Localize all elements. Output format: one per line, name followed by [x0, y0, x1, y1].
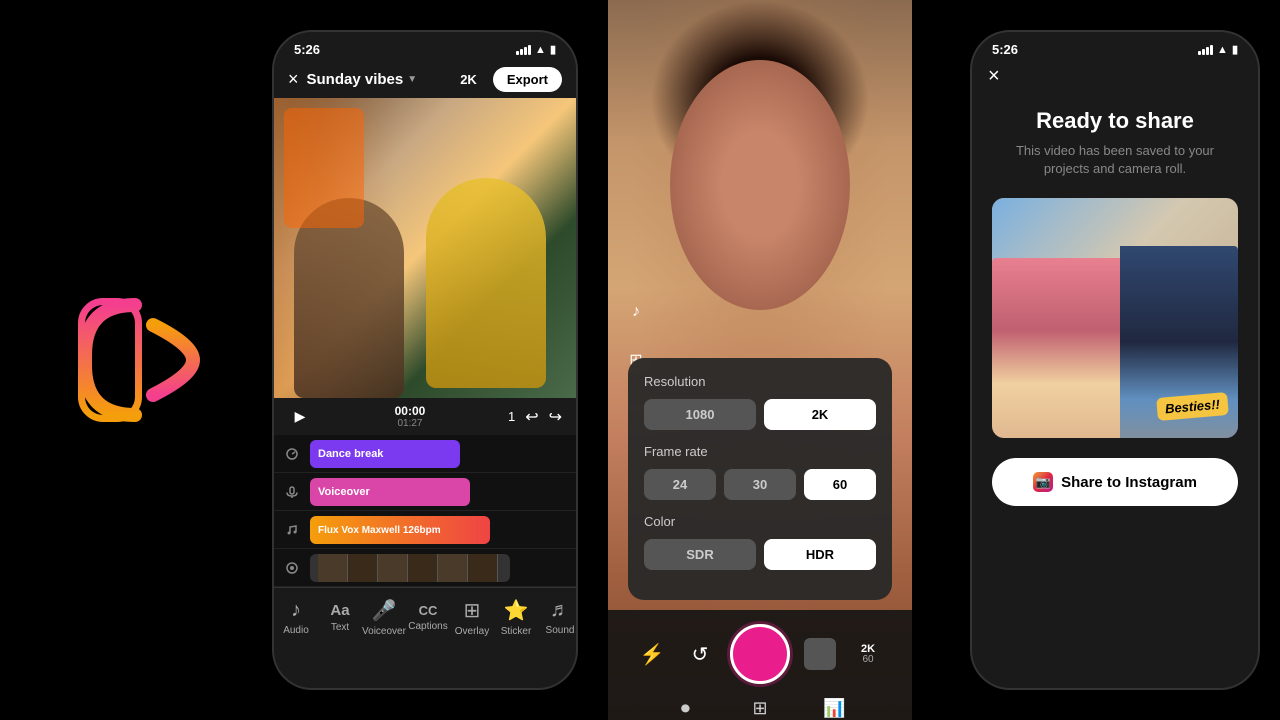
toolbar-voiceover[interactable]: 🎤 Voiceover [362, 598, 406, 637]
resolution-label: Resolution [644, 374, 876, 389]
clip-voiceover[interactable]: Voiceover [310, 478, 470, 506]
track-content-video: Dance break [310, 435, 576, 472]
framerate-options: 24 30 60 [644, 469, 876, 500]
track-video: Dance break [274, 435, 576, 473]
toolbar-overlay[interactable]: ⊞ Overlay [450, 598, 494, 637]
framerate-24-button[interactable]: 24 [644, 469, 716, 500]
time-total: 01:27 [322, 418, 498, 429]
twok-badge-button[interactable]: 2K 60 [850, 636, 886, 672]
phone-editor: 5:26 ▲ ▮ × Sunday vibes ▼ 2K Export [272, 30, 578, 690]
export-button[interactable]: Export [493, 67, 562, 92]
nav-grid-icon[interactable]: ⊞ [746, 694, 774, 720]
framerate-label: Frame rate [644, 444, 876, 459]
sound-icon: ♬ [550, 599, 570, 622]
play-button[interactable]: ▶ [288, 405, 312, 429]
camera-control-row: ⚡ ↺ 2K 60 [608, 610, 912, 688]
record-button[interactable] [730, 624, 790, 684]
camera-nav: ⏺ ⊞ 📊 [608, 688, 912, 720]
toolbar-sticker[interactable]: ⭐ Sticker [494, 598, 538, 637]
toolbar-audio[interactable]: ♪ Audio [274, 599, 318, 636]
flip-button[interactable]: ↺ [682, 636, 718, 672]
color-sdr-button[interactable]: SDR [644, 539, 756, 570]
phone-share: 5:26 ▲ ▮ × Ready to share This video has… [970, 30, 1260, 690]
clip-dance-break[interactable]: Dance break [310, 440, 460, 468]
close-button-share[interactable]: × [988, 65, 1000, 87]
toolbar-captions[interactable]: CC Captions [406, 603, 450, 632]
instagram-icon: 📷 [1033, 472, 1053, 492]
track-content-music: Flux Vox Maxwell 126bpm [310, 511, 576, 548]
clip-filmstrip[interactable] [310, 554, 510, 582]
status-bar-share: 5:26 ▲ ▮ [972, 32, 1258, 61]
share-title: Ready to share [1036, 108, 1194, 134]
toolbar-sound[interactable]: ♬ Sound [538, 599, 578, 636]
wifi-icon-share: ▲ [1217, 44, 1228, 56]
app-logo [60, 280, 220, 440]
music-side-icon[interactable]: ♪ [622, 298, 650, 326]
chevron-down-icon: ▼ [407, 74, 417, 85]
resolution-1080-button[interactable]: 1080 [644, 399, 756, 430]
resolution-2k-button[interactable]: 2K [764, 399, 876, 430]
share-thumbnail: Besties!! [992, 198, 1238, 438]
export-settings-panel: Resolution 1080 2K Frame rate 24 30 60 C… [628, 358, 892, 600]
audio-icon: ♪ [291, 599, 301, 622]
track-icon-filmstrip [274, 561, 310, 575]
battery-icon: ▮ [550, 43, 556, 56]
track-content-voiceover: Voiceover [310, 473, 576, 510]
color-options: SDR HDR [644, 539, 876, 570]
color-hdr-button[interactable]: HDR [764, 539, 876, 570]
undo-button[interactable]: ↩ [525, 407, 538, 427]
bottom-toolbar: ♪ Audio Aa Text 🎤 Voiceover CC Captions … [274, 587, 576, 651]
voiceover-icon: 🎤 [372, 598, 397, 623]
phone-camera: ♪ ⊞ ✏ Resolution 1080 2K Frame rate 24 3… [608, 0, 912, 720]
redo-button[interactable]: ↪ [549, 407, 562, 427]
close-button-editor[interactable]: × [288, 69, 299, 90]
time-current: 00:00 [322, 404, 498, 418]
nav-chart-icon[interactable]: 📊 [821, 694, 849, 720]
toolbar-text[interactable]: Aa Text [318, 602, 362, 633]
flash-button[interactable]: ⚡ [634, 636, 670, 672]
project-title[interactable]: Sunday vibes ▼ [307, 71, 453, 88]
status-bar-editor: 5:26 ▲ ▮ [274, 32, 576, 61]
share-content: Ready to share This video has been saved… [972, 92, 1258, 506]
framerate-60-button[interactable]: 60 [804, 469, 876, 500]
timeline-tracks: Dance break Voiceover Flux Vox Maxwell [274, 435, 576, 587]
resolution-options: 1080 2K [644, 399, 876, 430]
track-music: Flux Vox Maxwell 126bpm [274, 511, 576, 549]
track-voiceover: Voiceover [274, 473, 576, 511]
framerate-30-button[interactable]: 30 [724, 469, 796, 500]
share-instagram-button[interactable]: 📷 Share to Instagram [992, 458, 1238, 506]
text-icon: Aa [330, 602, 349, 619]
resolution-badge: 2K [460, 72, 477, 87]
camera-background: ♪ ⊞ ✏ Resolution 1080 2K Frame rate 24 3… [608, 0, 912, 720]
editor-header: × Sunday vibes ▼ 2K Export [274, 61, 576, 98]
track-icon-video [274, 447, 310, 461]
track-filmstrip [274, 549, 576, 587]
video-preview [274, 98, 576, 398]
track-icon-music [274, 523, 310, 537]
track-content-filmstrip [310, 549, 576, 586]
share-subtitle: This video has been saved to your projec… [992, 142, 1238, 178]
sticker-icon: ⭐ [504, 598, 529, 623]
timeline-controls: ▶ 00:00 01:27 1 ↩ ↪ [274, 398, 576, 435]
status-time-editor: 5:26 [294, 42, 320, 57]
camera-bottom-controls: ⚡ ↺ 2K 60 ⏺ ⊞ 📊 [608, 610, 912, 720]
color-label: Color [644, 514, 876, 529]
clip-music[interactable]: Flux Vox Maxwell 126bpm [310, 516, 490, 544]
battery-icon-share: ▮ [1232, 43, 1238, 56]
nav-record-icon[interactable]: ⏺ [671, 694, 699, 720]
status-time-share: 5:26 [992, 42, 1018, 57]
gallery-button[interactable] [802, 636, 838, 672]
overlay-icon: ⊞ [464, 598, 481, 623]
captions-icon: CC [419, 603, 438, 618]
time-display: 00:00 01:27 [322, 404, 498, 429]
wifi-icon: ▲ [535, 44, 546, 56]
timeline-counter: 1 [508, 409, 515, 424]
track-icon-voiceover [274, 485, 310, 499]
